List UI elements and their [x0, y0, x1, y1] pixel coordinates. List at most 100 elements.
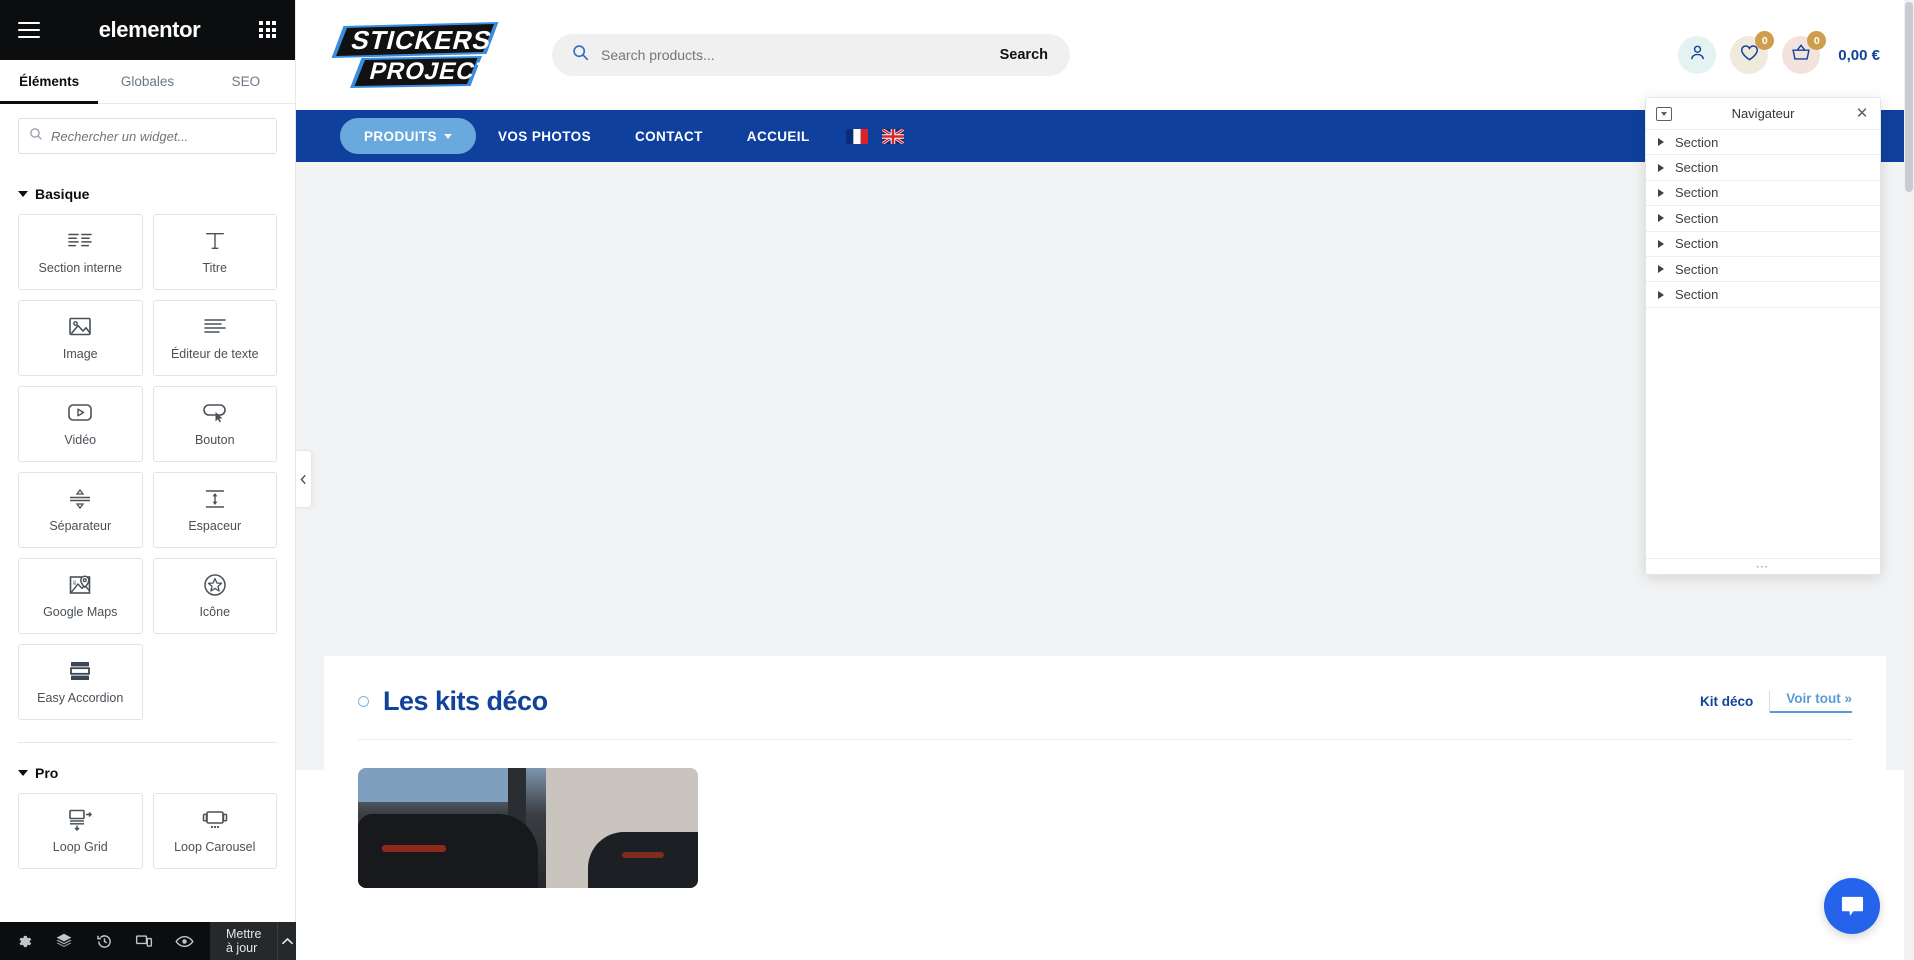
button-icon — [202, 401, 228, 425]
chevron-right-icon[interactable] — [1658, 138, 1664, 147]
chevron-right-icon[interactable] — [1658, 163, 1664, 172]
settings-gear-icon[interactable] — [4, 922, 44, 960]
chevron-right-icon[interactable] — [1658, 239, 1664, 248]
navigator-item-label: Section — [1675, 261, 1719, 277]
chevron-right-icon[interactable] — [1658, 214, 1664, 223]
chevron-down-icon — [18, 770, 28, 776]
widget-titre[interactable]: Titre — [152, 214, 277, 290]
nav-item-vos-photos[interactable]: VOS PHOTOS — [476, 118, 613, 154]
nav-item-accueil[interactable]: ACCUEIL — [725, 118, 832, 154]
elementor-widget-panel: elementor Éléments Globales SEO Basique — [0, 0, 296, 960]
responsive-icon[interactable] — [124, 922, 164, 960]
divider-icon — [68, 487, 92, 511]
widget-separateur[interactable]: Séparateur — [18, 472, 143, 548]
chevron-up-icon[interactable] — [277, 922, 296, 960]
hamburger-icon[interactable] — [18, 22, 40, 38]
flag-fr-icon[interactable] — [845, 128, 868, 144]
scrollbar-thumb[interactable] — [1905, 2, 1913, 192]
widget-label: Section interne — [38, 260, 122, 275]
widget-google-maps[interactable]: g Google Maps — [18, 558, 143, 634]
widget-label: Bouton — [194, 432, 235, 447]
chevron-right-icon[interactable] — [1658, 265, 1664, 274]
widget-section-interne[interactable]: Section interne — [18, 214, 143, 290]
video-icon — [67, 401, 93, 425]
widget-loop-grid[interactable]: Loop Grid — [18, 793, 143, 869]
flag-en-icon[interactable] — [880, 127, 905, 145]
navigator-titlebar[interactable]: Navigateur ✕ — [1646, 98, 1880, 130]
widget-bouton[interactable]: Bouton — [152, 386, 277, 462]
search-icon — [572, 44, 589, 66]
widget-label: Easy Accordion — [37, 690, 124, 705]
tab-seo[interactable]: SEO — [197, 60, 295, 103]
category-basique-header[interactable]: Basique — [0, 164, 295, 214]
kits-deco-section: Les kits déco Kit déco Voir tout » — [324, 656, 1886, 888]
navigator-item-section[interactable]: Section — [1646, 282, 1880, 308]
accordion-icon — [67, 659, 93, 683]
navigator-item-section[interactable]: Section — [1646, 181, 1880, 207]
navigator-item-section[interactable]: Section — [1646, 257, 1880, 283]
svg-text:STICKERS: STICKERS — [348, 25, 495, 55]
bottom-bar-icons — [0, 922, 204, 960]
editor-bottom-bar: Mettre à jour — [0, 922, 296, 960]
widget-label: Espaceur — [188, 518, 242, 533]
navigator-item-section[interactable]: Section — [1646, 155, 1880, 181]
widget-easy-accordion[interactable]: Easy Accordion — [18, 644, 143, 720]
widget-list-scroll[interactable]: Basique Section interne Titre Image Édit… — [0, 164, 295, 960]
history-icon[interactable] — [84, 922, 124, 960]
panel-collapse-handle[interactable] — [296, 450, 312, 508]
widget-image[interactable]: Image — [18, 300, 143, 376]
svg-text:g: g — [73, 579, 76, 585]
tab-globals[interactable]: Globales — [98, 60, 196, 103]
navigator-item-section[interactable]: Section — [1646, 206, 1880, 232]
chevron-right-icon[interactable] — [1658, 188, 1664, 197]
widget-label: Image — [62, 346, 98, 361]
canvas-scrollbar[interactable] — [1904, 0, 1914, 960]
elementor-editor: elementor Éléments Globales SEO Basique — [0, 0, 1914, 960]
spacer-icon — [203, 487, 227, 511]
widget-editeur-de-texte[interactable]: Éditeur de texte — [152, 300, 277, 376]
apps-grid-icon[interactable] — [259, 21, 277, 39]
navigator-item-section[interactable]: Section — [1646, 232, 1880, 257]
page-title: Les kits déco — [383, 686, 548, 716]
see-all-link[interactable]: Voir tout » — [1770, 691, 1852, 713]
widget-label: Icône — [199, 604, 231, 619]
account-button[interactable] — [1678, 36, 1717, 74]
loop-carousel-icon — [201, 808, 229, 832]
filter-kit-deco[interactable]: Kit déco — [1700, 694, 1769, 709]
widget-icone[interactable]: Icône — [152, 558, 277, 634]
chevron-right-icon[interactable] — [1658, 290, 1664, 299]
nav-item-produits[interactable]: PRODUITS — [340, 118, 476, 154]
site-logo[interactable]: STICKERS PROJECT — [324, 16, 518, 94]
navigator-item-label: Section — [1675, 134, 1719, 150]
product-search-input[interactable] — [601, 47, 988, 63]
category-pro-widgets: Loop Grid Loop Carousel — [0, 793, 295, 869]
resize-dots-icon[interactable]: ⋯ — [1646, 558, 1880, 574]
navigator-item-section[interactable]: Section — [1646, 130, 1880, 156]
widget-label: Vidéo — [64, 432, 97, 447]
widget-label: Loop Grid — [52, 839, 108, 854]
category-pro-header[interactable]: Pro — [0, 743, 295, 793]
navigator-item-label: Section — [1675, 210, 1719, 226]
inner-section-icon — [68, 229, 93, 253]
svg-text:PROJECT: PROJECT — [367, 58, 494, 85]
product-search-form[interactable]: Search — [552, 34, 1070, 76]
wishlist-button[interactable]: 0 — [1730, 31, 1775, 74]
navigator-panel: Navigateur ✕ Section Section Section Sec… — [1645, 97, 1881, 575]
nav-item-contact[interactable]: CONTACT — [613, 118, 725, 154]
widget-video[interactable]: Vidéo — [18, 386, 143, 462]
search-submit-button[interactable]: Search — [1000, 47, 1064, 63]
widget-espaceur[interactable]: Espaceur — [152, 472, 277, 548]
text-editor-icon — [203, 315, 227, 339]
product-card-image[interactable] — [358, 768, 698, 888]
tab-elements[interactable]: Éléments — [0, 60, 99, 104]
update-button[interactable]: Mettre à jour — [210, 922, 278, 960]
dock-icon[interactable] — [1656, 106, 1672, 121]
layers-icon[interactable] — [44, 922, 84, 960]
widget-loop-carousel[interactable]: Loop Carousel — [152, 793, 277, 869]
cart-button[interactable]: 0 — [1782, 31, 1827, 74]
widget-search-input[interactable] — [51, 128, 266, 144]
chat-bubble-icon[interactable] — [1824, 878, 1880, 934]
close-icon[interactable]: ✕ — [1854, 106, 1870, 121]
preview-eye-icon[interactable] — [164, 922, 204, 960]
widget-search-box[interactable] — [18, 118, 277, 154]
